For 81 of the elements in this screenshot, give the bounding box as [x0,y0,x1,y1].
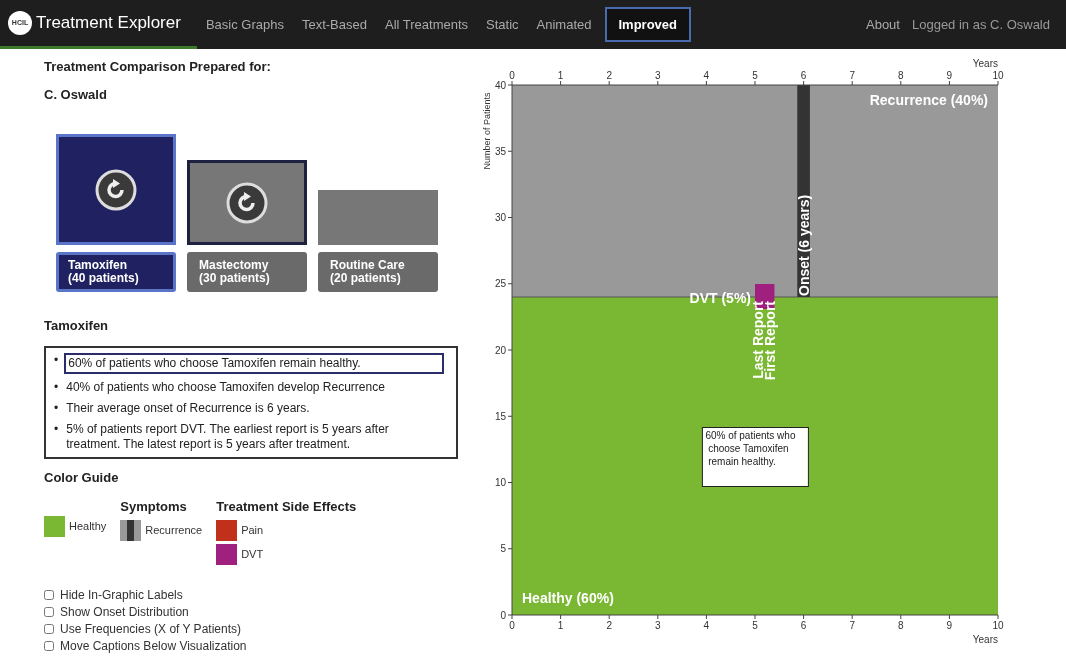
tick-label: 8 [898,620,904,631]
bullet: • [54,379,59,395]
tick-label: 6 [800,620,807,631]
legend-label: Recurrence [145,522,203,538]
bullet: • [54,352,59,368]
tick-label: 7 [849,620,855,631]
tick-label: 5 [752,70,758,81]
nav-tab[interactable]: Animated [527,14,601,35]
caption-box: 60% of patients who choose Tamoxifen remain healthy. [701,427,809,487]
tick-label: 40 [494,79,506,91]
tick-label: 3 [655,620,661,631]
side-effect-label: DVT (5%) [689,290,751,306]
heading: Treatment Comparison Prepared for: [44,58,272,76]
tick-label: 8 [898,70,904,81]
replay-icon[interactable] [95,168,137,211]
patient-name: C. Oswald [44,85,108,104]
tick-label: 2 [606,620,612,631]
tick-label: 0 [509,70,515,81]
annotation: 60% of patients who choose Tamoxifen remain healthy. [705,429,796,467]
summary-item[interactable]: 60% of patients who choose Tamoxifen remain healthy. [64,352,444,374]
nav-tab[interactable]: Basic Graphs [196,14,293,35]
option-label: Use Frequencies (X of Y Patients) [60,621,241,638]
bullet: • [54,400,59,416]
tick-label: 5 [752,620,758,631]
tick-label: 1 [557,70,564,81]
legend-label: DVT [241,546,264,562]
tick-label: 10 [992,620,1004,631]
tick-label: 9 [946,70,953,81]
axis-title: Years [972,634,998,645]
nav-tab[interactable]: Text-Based [292,14,376,35]
tick-label: 10 [992,70,1004,81]
nav-tab[interactable]: Improved [604,6,691,43]
tick-label: 3 [655,70,661,81]
tick-label: 4 [703,620,710,631]
axis-title: Years [972,58,998,69]
checkbox[interactable] [44,590,54,600]
tick-label: 9 [946,620,953,631]
nav-tab[interactable]: All Treatments [375,14,478,35]
treatment-button[interactable]: Routine Care (20 patients) [318,252,438,292]
nav-link[interactable]: About [866,14,900,35]
tick-label: 2 [606,70,612,81]
tick-label: 5 [500,543,506,555]
series-label: Recurrence (40%) [869,92,988,108]
user-link[interactable]: Logged in as C. Oswald [911,14,1050,35]
legend-heading: Treatment Side Effects [216,498,357,516]
summary-item[interactable]: Their average onset of Recurrence is 6 years. [64,400,444,416]
tick-label: 0 [500,609,506,621]
option-label: Hide In-Graphic Labels [60,587,183,604]
checkbox[interactable] [44,624,54,634]
option-label: Show Onset Distribution [60,604,189,621]
series-label: Healthy (60%) [522,590,614,606]
tick-label: 30 [494,212,506,223]
legend-heading: Symptoms [120,498,188,516]
tick-label: 10 [494,477,506,488]
nav-tab[interactable]: Static [477,14,528,35]
tick-label: 25 [494,278,506,290]
legend-label: Healthy [69,519,107,535]
tick-label: 0 [509,620,515,631]
checkbox[interactable] [44,641,54,651]
tick-label: 15 [494,410,506,422]
treatment-bar[interactable] [56,134,176,245]
summary-item[interactable]: 5% of patients report DVT. The earliest report is 5 years after treatment. The latest report is 5 years after treatment. [64,421,444,452]
legend-label: Pain [241,522,264,538]
checkbox[interactable] [44,607,54,617]
tick-label: 35 [494,145,506,157]
summary-item[interactable]: 40% of patients who choose Tamoxifen develop Recurrence [64,379,444,395]
axis-title: Number of Patients [482,92,492,170]
tick-label: 6 [800,70,807,81]
treatment-button[interactable]: Tamoxifen (40 patients) [56,252,176,292]
tick-label: 7 [849,70,855,81]
tick-label: 1 [557,620,564,631]
treatment-button[interactable]: Mastectomy (30 patients) [187,252,307,292]
section-title: Tamoxifen [44,317,110,335]
section-title: Color Guide [44,468,120,487]
option-label: Move Captions Below Visualization [60,638,247,655]
onset-label: Onset (6 years) [795,194,812,296]
bullet: • [54,421,59,437]
tick-label: 20 [494,344,506,356]
treatment-bar[interactable] [187,160,307,245]
replay-icon[interactable] [226,181,268,224]
tick-label: 4 [703,70,710,81]
